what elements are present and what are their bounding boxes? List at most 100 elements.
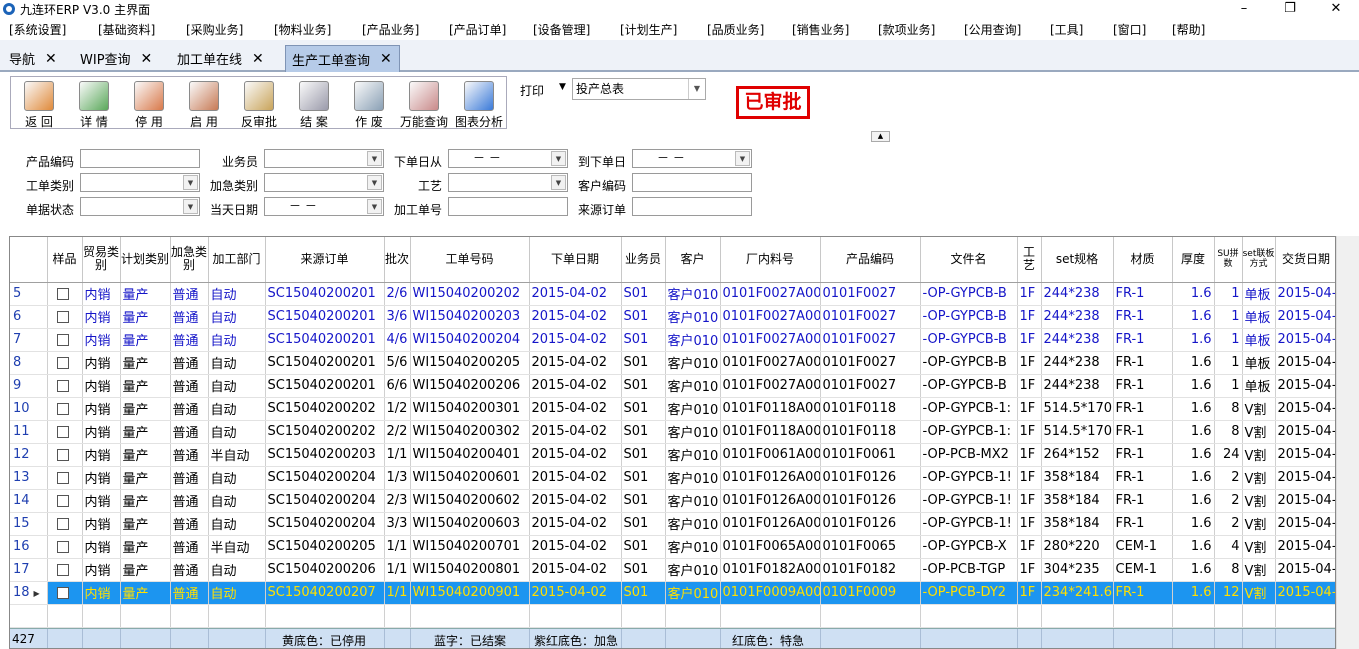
cell-cust[interactable]: 客户010 [665,305,721,329]
cell-urgent[interactable]: 普通 [170,328,209,352]
column-header[interactable]: 计划类别 [120,237,171,283]
cell-cust[interactable]: 客户010 [665,443,721,467]
cell-spec[interactable]: 358*184 [1041,466,1114,490]
cell-code[interactable]: 0101F0009 [820,581,921,605]
cell-code[interactable]: 0101F0027 [820,328,921,352]
menu-item[interactable]: [工具] [1050,21,1083,38]
urgent-type-select[interactable]: ▼ [264,173,384,192]
cell-dept[interactable]: 自动 [208,420,266,444]
sample-checkbox[interactable] [56,287,69,300]
cell-part[interactable]: 0101F0027A00 [720,282,821,306]
cell-sales[interactable]: S01 [621,581,666,605]
cell-due[interactable]: 2015-04- [1275,328,1335,352]
menu-item[interactable]: [产品业务] [362,21,419,38]
cell-code[interactable]: 0101F0182 [820,558,921,582]
column-header[interactable]: 下单日期 [529,237,622,283]
cell-due[interactable]: 2015-04- [1275,581,1335,605]
cell-urgent[interactable]: 普通 [170,489,209,513]
table-row[interactable]: 11 内销 量产 普通 自动 SC15040200202 2/2 WI15040200302 2… [10,420,1335,444]
tab-work-order-online[interactable]: 加工单在线 ✕ [177,45,275,72]
cell-trade[interactable]: 内销 [82,351,121,375]
cell-thick[interactable]: 1.6 [1172,351,1215,375]
table-row[interactable]: 6 内销 量产 普通 自动 SC15040200201 3/6 WI15040200203 20… [10,305,1335,329]
cell-date[interactable]: 2015-04-02 [529,581,622,605]
cell-code[interactable]: 0101F0118 [820,420,921,444]
cell-due[interactable]: 2015-04- [1275,351,1335,375]
cell-urgent[interactable]: 普通 [170,443,209,467]
work-order-no-input[interactable] [448,197,568,216]
cell-trade[interactable]: 内销 [82,305,121,329]
cell-plan[interactable]: 量产 [120,328,171,352]
cell-part[interactable]: 0101F0126A00 [720,466,821,490]
cell-date[interactable]: 2015-04-02 [529,282,622,306]
cell-part[interactable]: 0101F0009A00 [720,581,821,605]
order-date-from-picker[interactable]: － － ▼ [448,149,568,168]
cell-cust[interactable]: 客户010 [665,581,721,605]
cell-cust[interactable]: 客户010 [665,351,721,375]
menu-item[interactable]: [计划生产] [620,21,677,38]
cell-wo[interactable]: WI15040200302 [410,420,530,444]
cell-code[interactable]: 0101F0126 [820,466,921,490]
chevron-down-icon[interactable]: ▼ [735,151,750,166]
chevron-down-icon[interactable]: ▼ [688,79,705,99]
cell-file[interactable]: -OP-GYPCB-1! [920,466,1018,490]
cell-thick[interactable]: 1.6 [1172,305,1215,329]
cell-urgent[interactable]: 普通 [170,512,209,536]
sample-checkbox[interactable] [56,379,69,392]
cell-dept[interactable]: 自动 [208,581,266,605]
menu-item[interactable]: [公用查询] [964,21,1021,38]
cell-thick[interactable]: 1.6 [1172,443,1215,467]
cell-plan[interactable]: 量产 [120,374,171,398]
cell-trade[interactable]: 内销 [82,374,121,398]
same-day-picker[interactable]: － － ▼ [264,197,384,216]
menu-item[interactable]: [物料业务] [274,21,331,38]
cell-trade[interactable]: 内销 [82,535,121,559]
sample-checkbox[interactable] [56,517,69,530]
cell-cust[interactable]: 客户010 [665,512,721,536]
cell-sales[interactable]: S01 [621,305,666,329]
column-header[interactable]: 样品 [47,237,83,283]
table-row[interactable]: 10 内销 量产 普通 自动 SC15040200202 1/2 WI15040200301 2… [10,397,1335,421]
cell-trade[interactable]: 内销 [82,282,121,306]
table-row[interactable]: 16 内销 量产 普通 半自动 SC15040200205 1/1 WI15040200701… [10,535,1335,559]
cell-panel[interactable]: V割 [1242,512,1276,536]
cell-mat[interactable]: FR-1 [1113,351,1173,375]
column-header[interactable]: 加工部门 [208,237,266,283]
column-header[interactable]: 来源订单 [265,237,385,283]
table-row[interactable]: 5 内销 量产 普通 自动 SC15040200201 2/6 WI15040200202 20… [10,282,1335,306]
tab-close-icon[interactable]: ✕ [141,51,153,67]
cell-dept[interactable]: 自动 [208,512,266,536]
cell-src[interactable]: SC15040200201 [265,328,385,352]
cell-plan[interactable]: 量产 [120,351,171,375]
cell-urgent[interactable]: 普通 [170,305,209,329]
menu-item[interactable]: [窗口] [1113,21,1146,38]
cell-file[interactable]: -OP-PCB-MX2 [920,443,1018,467]
cell-batch[interactable]: 1/1 [384,535,411,559]
cell-date[interactable]: 2015-04-02 [529,558,622,582]
cell-batch[interactable]: 2/3 [384,489,411,513]
cell-date[interactable]: 2015-04-02 [529,420,622,444]
cell-su[interactable]: 1 [1214,351,1243,375]
cell-proc[interactable]: 1F [1017,374,1042,398]
cell-spec[interactable]: 244*238 [1041,328,1114,352]
cell-code[interactable]: 0101F0061 [820,443,921,467]
tab-close-icon[interactable]: ✕ [252,51,264,67]
cell-panel[interactable]: V割 [1242,489,1276,513]
toolbar-button[interactable]: 作 废 [345,81,393,129]
close-window-button[interactable]: ✕ [1313,0,1359,18]
toolbar-button[interactable]: 图表分析 [455,81,503,129]
cell-spec[interactable]: 244*238 [1041,305,1114,329]
cell-plan[interactable]: 量产 [120,466,171,490]
menu-item[interactable]: [基础资料] [98,21,155,38]
cell-thick[interactable]: 1.6 [1172,282,1215,306]
cell-proc[interactable]: 1F [1017,328,1042,352]
chevron-down-icon[interactable]: ▼ [367,199,382,214]
cell-thick[interactable]: 1.6 [1172,535,1215,559]
cell-spec[interactable]: 514.5*170 [1041,397,1114,421]
cell-trade[interactable]: 内销 [82,581,121,605]
menu-item[interactable]: [品质业务] [707,21,764,38]
cell-sales[interactable]: S01 [621,374,666,398]
column-header[interactable]: SU拼数 [1214,237,1243,283]
toolbar-button[interactable]: 停 用 [125,81,173,129]
cell-thick[interactable]: 1.6 [1172,420,1215,444]
